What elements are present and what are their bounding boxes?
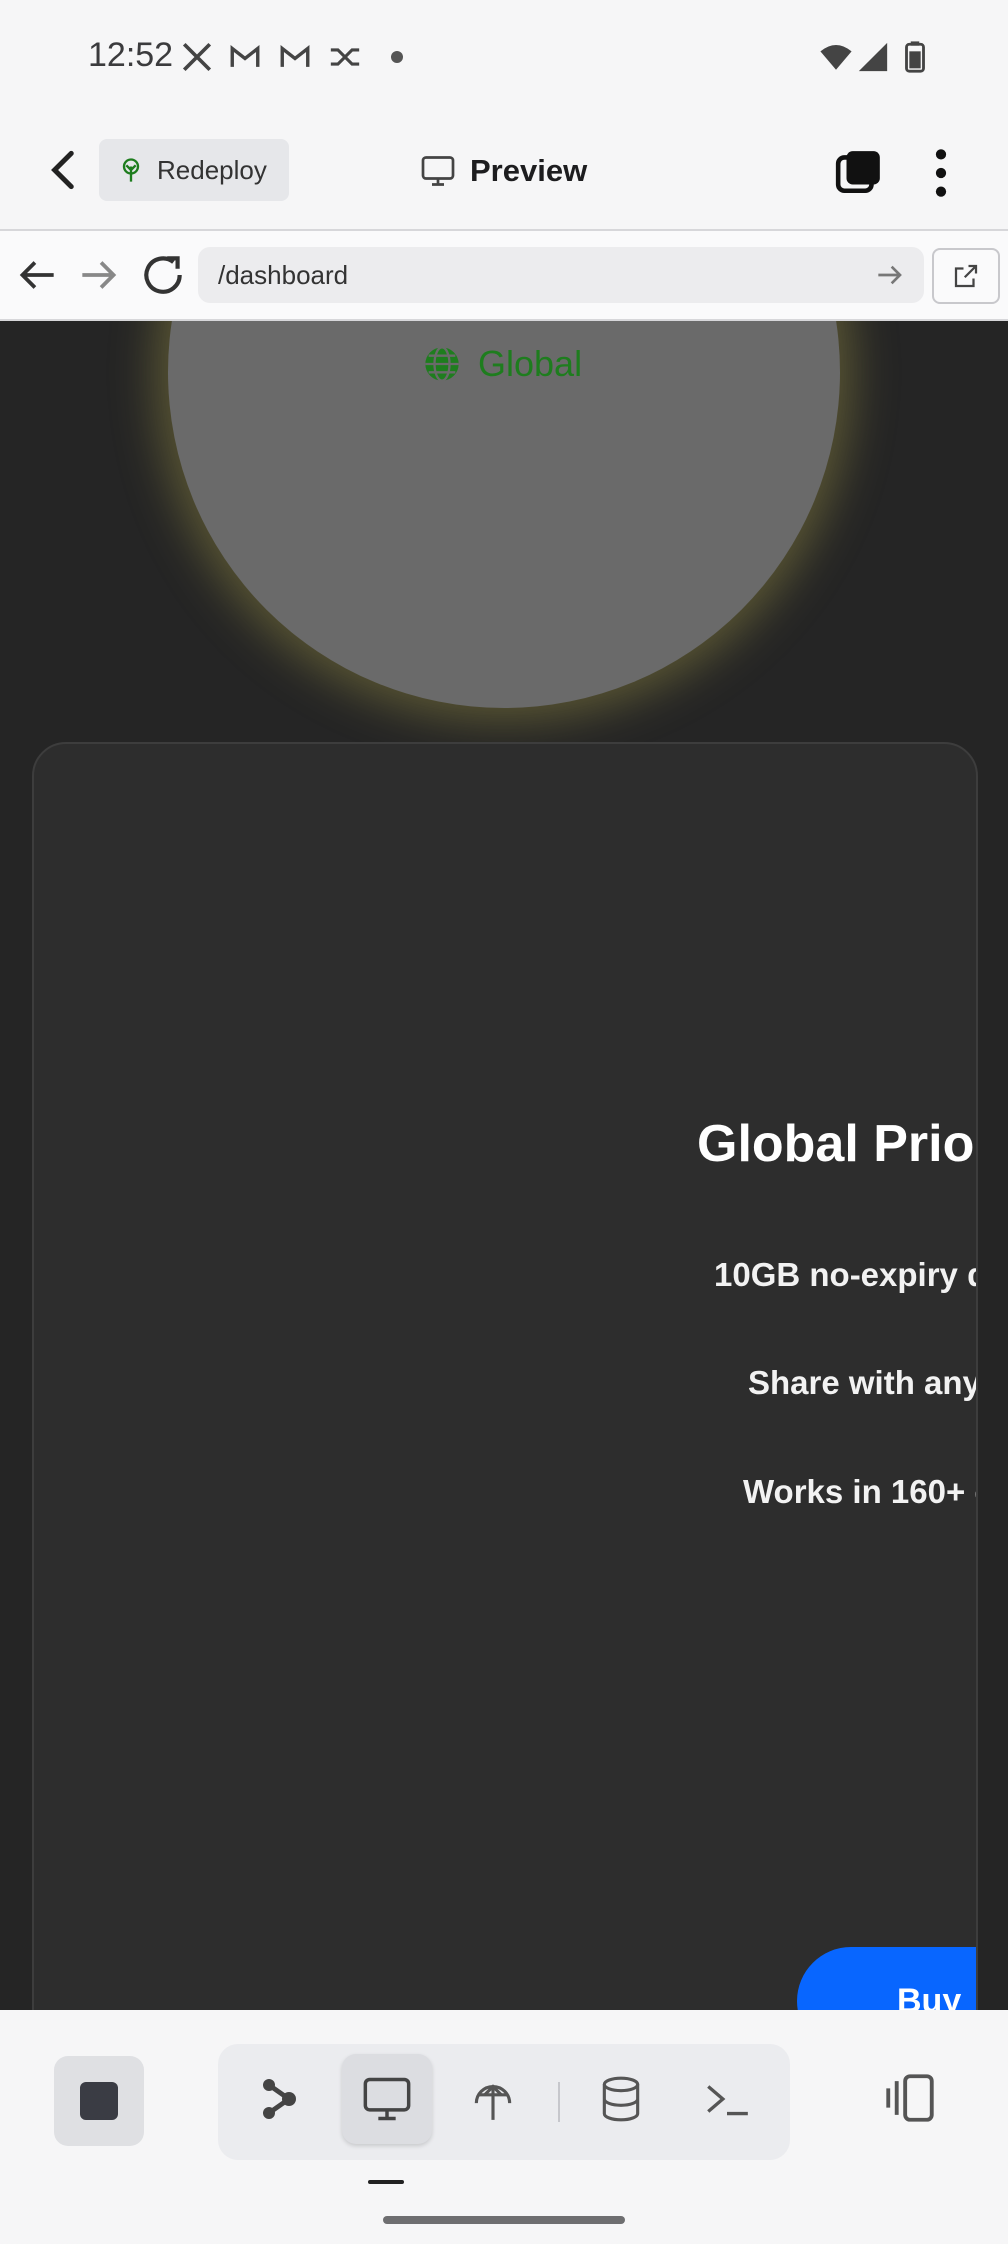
home-indicator[interactable] [383,2216,625,2224]
monitor-icon [421,156,455,186]
dot-icon [391,51,403,63]
stop-button[interactable] [54,2056,144,2146]
workflow-button[interactable] [234,2054,324,2144]
app-header: Redeploy Preview [0,115,1008,231]
preview-title: Preview [420,141,587,201]
buy-label: Buy [897,1981,962,2011]
gmail-icon [280,45,310,67]
wifi-icon [820,44,852,70]
deploy-button[interactable] [448,2054,538,2144]
status-time: 12:52 [88,36,174,74]
open-external-button[interactable] [932,248,1000,304]
region-label: Global [422,343,582,385]
region-text: Global [478,343,583,384]
terminal-button[interactable] [682,2054,772,2144]
go-arrow-icon[interactable] [870,255,910,295]
database-icon [602,2076,640,2122]
signal-icon [858,42,888,72]
preview-tab-button[interactable] [342,2054,432,2144]
buy-button[interactable]: Buy [797,1947,976,2011]
plan-feature: Share with any [748,1364,978,1401]
plan-card: Global Prior 10GB no-expiry d Share with… [32,742,978,2010]
status-bar: 12:52 [0,0,1008,115]
battery-icon [905,41,925,73]
tool-group [218,2044,790,2160]
browser-back-icon[interactable] [12,250,62,300]
redeploy-label: Redeploy [157,154,267,185]
tabs-icon[interactable] [834,147,884,197]
plan-title: Global Prior [697,1115,978,1173]
monitor-icon [363,2077,411,2121]
plan-feature: Works in 160+ c [743,1473,978,1510]
split-view-button[interactable] [870,2058,950,2138]
shuffle-icon [330,48,360,66]
url-field[interactable]: /dashboard [198,247,924,303]
bottom-toolbar [0,2010,1008,2244]
browser-bar: /dashboard [0,231,1008,321]
toolbar-divider [558,2082,560,2122]
redeploy-button[interactable]: Redeploy [99,139,289,201]
gmail-icon [230,45,260,67]
url-text: /dashboard [218,259,349,290]
more-menu-icon[interactable] [925,145,957,201]
deploy-tree-icon [122,158,140,182]
active-tab-indicator [368,2180,404,2184]
x-icon [182,42,212,72]
deploy-globe-icon [474,2084,512,2120]
globe-icon [425,346,459,382]
external-link-icon [954,264,978,288]
reload-icon[interactable] [138,250,188,300]
stop-icon [80,2082,118,2120]
browser-forward-icon[interactable] [74,250,124,300]
back-arrow-icon[interactable] [40,145,90,195]
database-button[interactable] [576,2054,666,2144]
split-view-icon [886,2074,934,2122]
web-content: Global Global Prior 10GB no-expiry d Sha… [0,321,1008,2010]
plan-feature: 10GB no-expiry d [714,1256,978,1293]
workflow-icon [263,2079,296,2119]
preview-label: Preview [470,153,588,188]
terminal-icon [707,2085,748,2116]
